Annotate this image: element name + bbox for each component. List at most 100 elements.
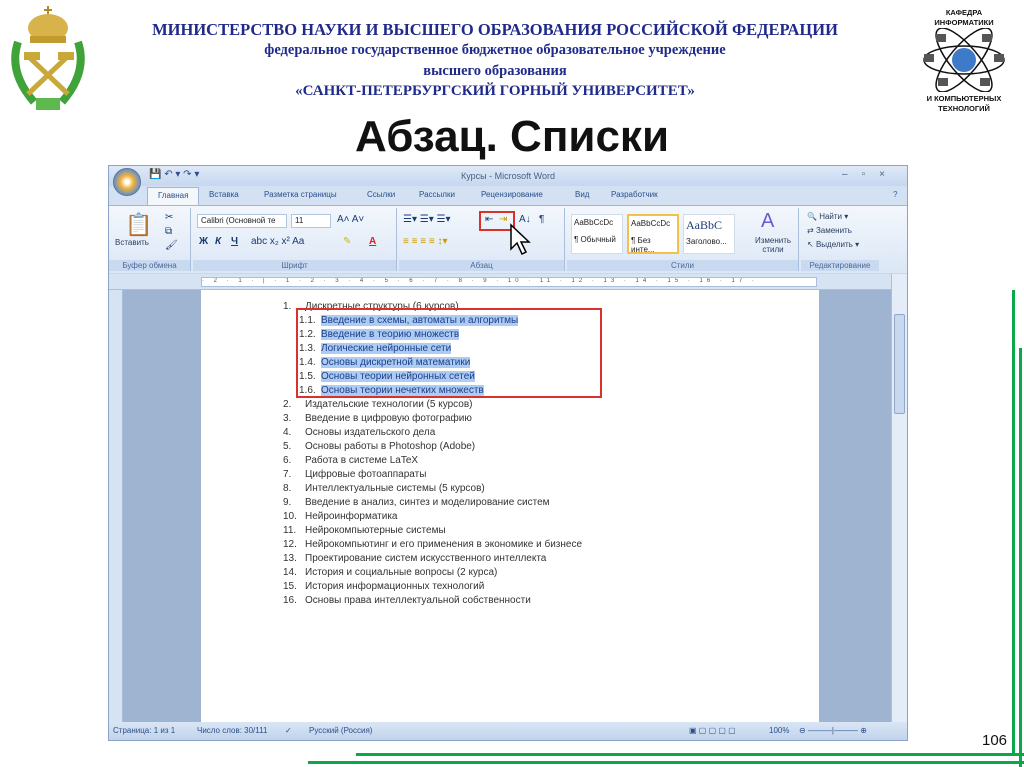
underline-button[interactable]: Ч bbox=[231, 236, 238, 247]
style-label: ¶ Обычный bbox=[574, 235, 616, 244]
italic-button[interactable]: К bbox=[215, 236, 221, 247]
tab-insert[interactable]: Вставка bbox=[209, 190, 239, 199]
list-item[interactable]: 15. История информационных технологий bbox=[283, 580, 582, 594]
scroll-thumb[interactable] bbox=[894, 314, 905, 414]
window-controls[interactable]: –▫× bbox=[842, 169, 899, 180]
show-marks-icon[interactable]: ¶ bbox=[539, 214, 544, 225]
list-text: Основы права интеллектуальной собственно… bbox=[305, 595, 531, 606]
group-label: Шрифт bbox=[193, 260, 396, 271]
editing-group: 🔍 Найти ▾ ⇄ Заменить ↖ Выделить ▾ Редакт… bbox=[801, 208, 879, 271]
tab-page-layout[interactable]: Разметка страницы bbox=[264, 190, 337, 199]
selection-highlight-frame bbox=[296, 308, 602, 398]
paste-icon[interactable]: 📋 bbox=[125, 212, 152, 238]
list-item[interactable]: 5. Основы работы в Photoshop (Adobe) bbox=[283, 440, 582, 454]
status-bar: Страница: 1 из 1 Число слов: 30/111 ✓ Ру… bbox=[109, 722, 907, 740]
list-item[interactable]: 7. Цифровые фотоаппараты bbox=[283, 468, 582, 482]
list-text: История и социальные вопросы (2 курса) bbox=[305, 567, 498, 578]
style-heading[interactable]: AaBbC Заголово... bbox=[683, 214, 735, 254]
tab-view[interactable]: Вид bbox=[575, 190, 589, 199]
ribbon: 📋 Вставить ✂ ⧉ 🖌 Буфер обмена Calibri (О… bbox=[109, 205, 907, 273]
list-text: Введение в цифровую фотографию bbox=[305, 413, 472, 424]
list-text: Интеллектуальные системы (5 курсов) bbox=[305, 483, 485, 494]
office-button[interactable] bbox=[113, 168, 141, 196]
word-count[interactable]: Число слов: 30/111 bbox=[197, 726, 267, 735]
document-page[interactable]: 1. Дискретные структуры (6 курсов) 1.1. Вве… bbox=[201, 290, 819, 722]
list-text: Нейрокомпьютинг и его применения в эконо… bbox=[305, 539, 583, 550]
list-number: 7. bbox=[283, 469, 292, 480]
paste-button[interactable]: Вставить bbox=[115, 238, 149, 247]
list-item[interactable]: 16. Основы права интеллектуальной собстве… bbox=[283, 594, 582, 608]
list-number: 5. bbox=[283, 441, 292, 452]
find-button[interactable]: 🔍 Найти ▾ bbox=[807, 212, 848, 221]
tab-references[interactable]: Ссылки bbox=[367, 190, 395, 199]
list-item[interactable]: 12. Нейрокомпьютинг и его применения в эк… bbox=[283, 538, 582, 552]
select-label: Выделить bbox=[815, 240, 853, 249]
zoom-slider[interactable]: ⊖ ———|——— ⊕ bbox=[799, 726, 867, 735]
tab-home[interactable]: Главная bbox=[147, 187, 200, 205]
change-styles-icon[interactable]: A bbox=[761, 210, 774, 233]
list-item[interactable]: 6. Работа в системе LaTeX bbox=[283, 454, 582, 468]
list-number: 14. bbox=[283, 567, 297, 578]
list-number: 10. bbox=[283, 511, 297, 522]
ruler-scale: · 2 · 1 · | · 1 · 2 · 3 · 4 · 5 · 6 · 7 … bbox=[201, 277, 817, 287]
logo-text: КАФЕДРА bbox=[945, 8, 983, 17]
font-size-select[interactable]: 11 bbox=[291, 214, 331, 228]
copy-icon[interactable]: ⧉ bbox=[165, 226, 172, 237]
list-number: 13. bbox=[283, 553, 297, 564]
list-item[interactable]: 14. История и социальные вопросы (2 курса… bbox=[283, 566, 582, 580]
style-no-spacing[interactable]: AaBbCcDc ¶ Без инте... bbox=[627, 214, 679, 254]
format-painter-icon[interactable]: 🖌 bbox=[165, 240, 178, 251]
font-format-icons[interactable]: abc x₂ x² Aa bbox=[251, 236, 304, 247]
ribbon-tabs: Главная Вставка Разметка страницы Ссылки… bbox=[109, 186, 907, 205]
horizontal-ruler[interactable]: · 2 · 1 · | · 1 · 2 · 3 · 4 · 5 · 6 · 7 … bbox=[109, 274, 907, 290]
change-styles-button[interactable]: Изменить стили bbox=[751, 236, 795, 254]
list-number: 2. bbox=[283, 399, 292, 410]
font-color-icon[interactable]: A bbox=[369, 236, 376, 247]
list-item[interactable]: 10. Нейроинформатика bbox=[283, 510, 582, 524]
select-button[interactable]: ↖ Выделить ▾ bbox=[807, 240, 859, 249]
list-item[interactable]: 8. Интеллектуальные системы (5 курсов) bbox=[283, 482, 582, 496]
decor-line bbox=[308, 761, 1024, 764]
list-item[interactable]: 2. Издательские технологии (5 курсов) bbox=[283, 398, 582, 412]
list-text: Основы работы в Photoshop (Adobe) bbox=[305, 441, 476, 452]
tab-review[interactable]: Рецензирование bbox=[481, 190, 543, 199]
font-name-select[interactable]: Calibri (Основной те bbox=[197, 214, 287, 228]
vertical-scrollbar[interactable] bbox=[891, 274, 907, 722]
title-bar: 💾 ↶ ▾ ↷ ▾ Курсы - Microsoft Word –▫× bbox=[109, 166, 907, 196]
ministry-header: МИНИСТЕРСТВО НАУКИ И ВЫСШЕГО ОБРАЗОВАНИЯ… bbox=[152, 20, 838, 39]
group-label: Буфер обмена bbox=[109, 260, 190, 271]
list-number: 3. bbox=[283, 413, 292, 424]
find-label: Найти bbox=[819, 212, 843, 221]
list-text: Издательские технологии (5 курсов) bbox=[305, 399, 473, 410]
list-item[interactable]: 11. Нейрокомпьютерные системы bbox=[283, 524, 582, 538]
replace-button[interactable]: ⇄ Заменить bbox=[807, 226, 852, 235]
logo-text: И КОМПЬЮТЕРНЫХ bbox=[926, 94, 1002, 103]
style-preview: AaBbC bbox=[686, 218, 722, 232]
list-item[interactable]: 4. Основы издательского дела bbox=[283, 426, 582, 440]
style-normal[interactable]: AaBbCcDc ¶ Обычный bbox=[571, 214, 623, 254]
view-buttons[interactable]: ▣ ▢ ▢ ▢ ▢ bbox=[689, 726, 736, 735]
zoom-level[interactable]: 100% bbox=[769, 726, 789, 735]
list-item[interactable]: 3. Введение в цифровую фотографию bbox=[283, 412, 582, 426]
replace-label: Заменить bbox=[815, 226, 852, 235]
tab-developer[interactable]: Разработчик bbox=[611, 190, 658, 199]
paragraph-group: ☰▾ ☰▾ ☰▾ ⇤ ⇥ A↓ ¶ ≡ ≡ ≡ ≡ ↕▾ Абзац bbox=[399, 208, 565, 271]
spellcheck-icon[interactable]: ✓ bbox=[285, 726, 292, 735]
language[interactable]: Русский (Россия) bbox=[309, 726, 372, 735]
highlight-icon[interactable]: ✎ bbox=[343, 236, 351, 247]
list-item[interactable]: 9. Введение в анализ, синтез и моделирова… bbox=[283, 496, 582, 510]
cut-icon[interactable]: ✂ bbox=[165, 212, 173, 223]
style-preview: AaBbCcDc bbox=[631, 219, 671, 228]
list-number: 16. bbox=[283, 595, 297, 606]
tab-mailings[interactable]: Рассылки bbox=[419, 190, 455, 199]
list-buttons-icon[interactable]: ☰▾ ☰▾ ☰▾ bbox=[403, 214, 451, 225]
list-item[interactable]: 13. Проектирование систем искусственного … bbox=[283, 552, 582, 566]
help-icon[interactable]: ? bbox=[893, 190, 897, 199]
align-icons[interactable]: ≡ ≡ ≡ ≡ ↕▾ bbox=[403, 236, 447, 247]
bold-button[interactable]: Ж bbox=[199, 236, 208, 247]
grow-font-icon[interactable]: A˄ A˅ bbox=[337, 214, 364, 225]
page-count[interactable]: Страница: 1 из 1 bbox=[113, 726, 175, 735]
vertical-ruler[interactable] bbox=[109, 290, 123, 722]
slide-number: 106 bbox=[982, 732, 1008, 749]
logo-text: ИНФОРМАТИКИ bbox=[934, 18, 994, 27]
